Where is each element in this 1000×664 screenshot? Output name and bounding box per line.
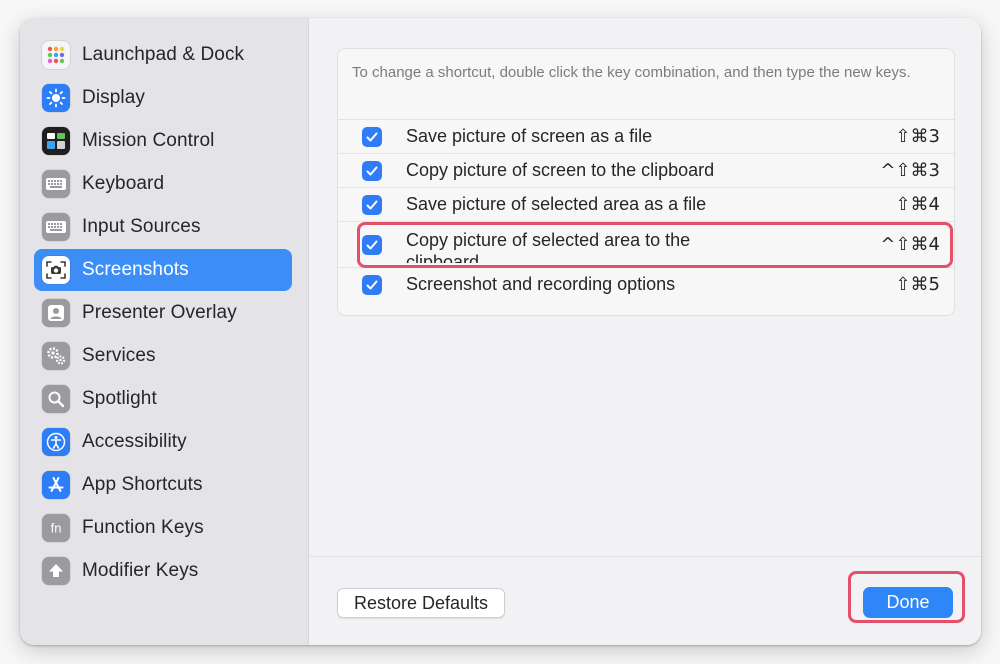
launchpad-icon	[42, 41, 70, 69]
checkmark-icon	[366, 280, 378, 290]
sidebar-item-label: Spotlight	[82, 388, 157, 409]
sidebar-item-display[interactable]: Display	[34, 77, 292, 119]
shortcut-label: Save picture of screen as a file	[406, 126, 653, 146]
sidebar-item-label: Display	[82, 87, 145, 108]
input-sources-icon	[42, 213, 70, 241]
checkmark-icon	[366, 132, 378, 142]
checkmark-icon	[366, 200, 378, 210]
sidebar-item-app-shortcuts[interactable]: App Shortcuts	[34, 464, 292, 506]
sidebar-item-label: Input Sources	[82, 216, 201, 237]
shortcut-hint-text: To change a shortcut, double click the k…	[352, 64, 911, 81]
stage: Launchpad & Dock Display Mission Control…	[0, 0, 1000, 664]
shortcut-keys[interactable]: ⇧⌘4	[895, 194, 940, 215]
restore-defaults-button[interactable]: Restore Defaults	[337, 588, 505, 618]
shortcut-label: Save picture of selected area as a file	[406, 194, 707, 214]
sidebar-item-label: Accessibility	[82, 431, 187, 452]
checkbox-checked[interactable]	[362, 275, 382, 295]
display-icon	[42, 84, 70, 112]
keyboard-shortcuts-window: Launchpad & Dock Display Mission Control…	[20, 18, 981, 645]
highlight-outline-done-button	[848, 571, 965, 623]
sidebar-item-spotlight[interactable]: Spotlight	[34, 378, 292, 420]
sidebar: Launchpad & Dock Display Mission Control…	[20, 18, 309, 645]
sidebar-item-label: Mission Control	[82, 130, 215, 151]
highlight-outline-shortcut-row	[357, 222, 953, 268]
shortcuts-panel: To change a shortcut, double click the k…	[337, 48, 955, 316]
shortcut-keys[interactable]: ^⇧⌘3	[880, 160, 940, 181]
sidebar-item-function-keys[interactable]: fn Function Keys	[34, 507, 292, 549]
sidebar-item-label: Keyboard	[82, 173, 165, 194]
sidebar-item-launchpad-dock[interactable]: Launchpad & Dock	[34, 34, 292, 76]
shortcut-label: Copy picture of screen to the clipboard	[406, 160, 715, 180]
sidebar-item-label: Launchpad & Dock	[82, 44, 245, 65]
keyboard-icon	[42, 170, 70, 198]
shortcuts-content: To change a shortcut, double click the k…	[309, 18, 981, 645]
screenshot-icon	[42, 256, 70, 284]
sidebar-item-label: Function Keys	[82, 517, 204, 538]
checkbox-checked[interactable]	[362, 195, 382, 215]
accessibility-icon	[42, 428, 70, 456]
modifier-up-arrow-icon	[42, 557, 70, 585]
shortcut-row[interactable]: Screenshot and recording options ⇧⌘5	[338, 267, 954, 302]
fn-icon: fn	[42, 514, 70, 542]
footer-divider	[309, 556, 981, 557]
sidebar-item-label: Modifier Keys	[82, 560, 199, 581]
checkbox-checked[interactable]	[362, 127, 382, 147]
sidebar-item-mission-control[interactable]: Mission Control	[34, 120, 292, 162]
presenter-overlay-icon	[42, 299, 70, 327]
shortcut-keys[interactable]: ⇧⌘5	[895, 274, 940, 295]
sidebar-item-input-sources[interactable]: Input Sources	[34, 206, 292, 248]
sidebar-item-label: Services	[82, 345, 156, 366]
sidebar-item-keyboard[interactable]: Keyboard	[34, 163, 292, 205]
shortcut-row[interactable]: Save picture of screen as a file ⇧⌘3	[338, 119, 954, 154]
shortcut-row[interactable]: Copy picture of screen to the clipboard …	[338, 153, 954, 188]
shortcut-label: Screenshot and recording options	[406, 274, 676, 294]
svg-text:fn: fn	[51, 521, 62, 536]
app-store-icon	[42, 471, 70, 499]
sidebar-item-label: App Shortcuts	[82, 474, 203, 495]
sidebar-item-accessibility[interactable]: Accessibility	[34, 421, 292, 463]
sidebar-item-label: Screenshots	[82, 259, 189, 280]
mission-control-icon	[42, 127, 70, 155]
shortcut-keys[interactable]: ⇧⌘3	[895, 126, 940, 147]
checkmark-icon	[366, 166, 378, 176]
checkbox-checked[interactable]	[362, 161, 382, 181]
sidebar-item-modifier-keys[interactable]: Modifier Keys	[34, 550, 292, 592]
sidebar-item-services[interactable]: Services	[34, 335, 292, 377]
gears-icon	[42, 342, 70, 370]
sidebar-item-presenter-overlay[interactable]: Presenter Overlay	[34, 292, 292, 334]
sidebar-item-screenshots[interactable]: Screenshots	[34, 249, 292, 291]
sidebar-item-label: Presenter Overlay	[82, 302, 237, 323]
shortcut-row[interactable]: Save picture of selected area as a file …	[338, 187, 954, 222]
magnifier-icon	[42, 385, 70, 413]
